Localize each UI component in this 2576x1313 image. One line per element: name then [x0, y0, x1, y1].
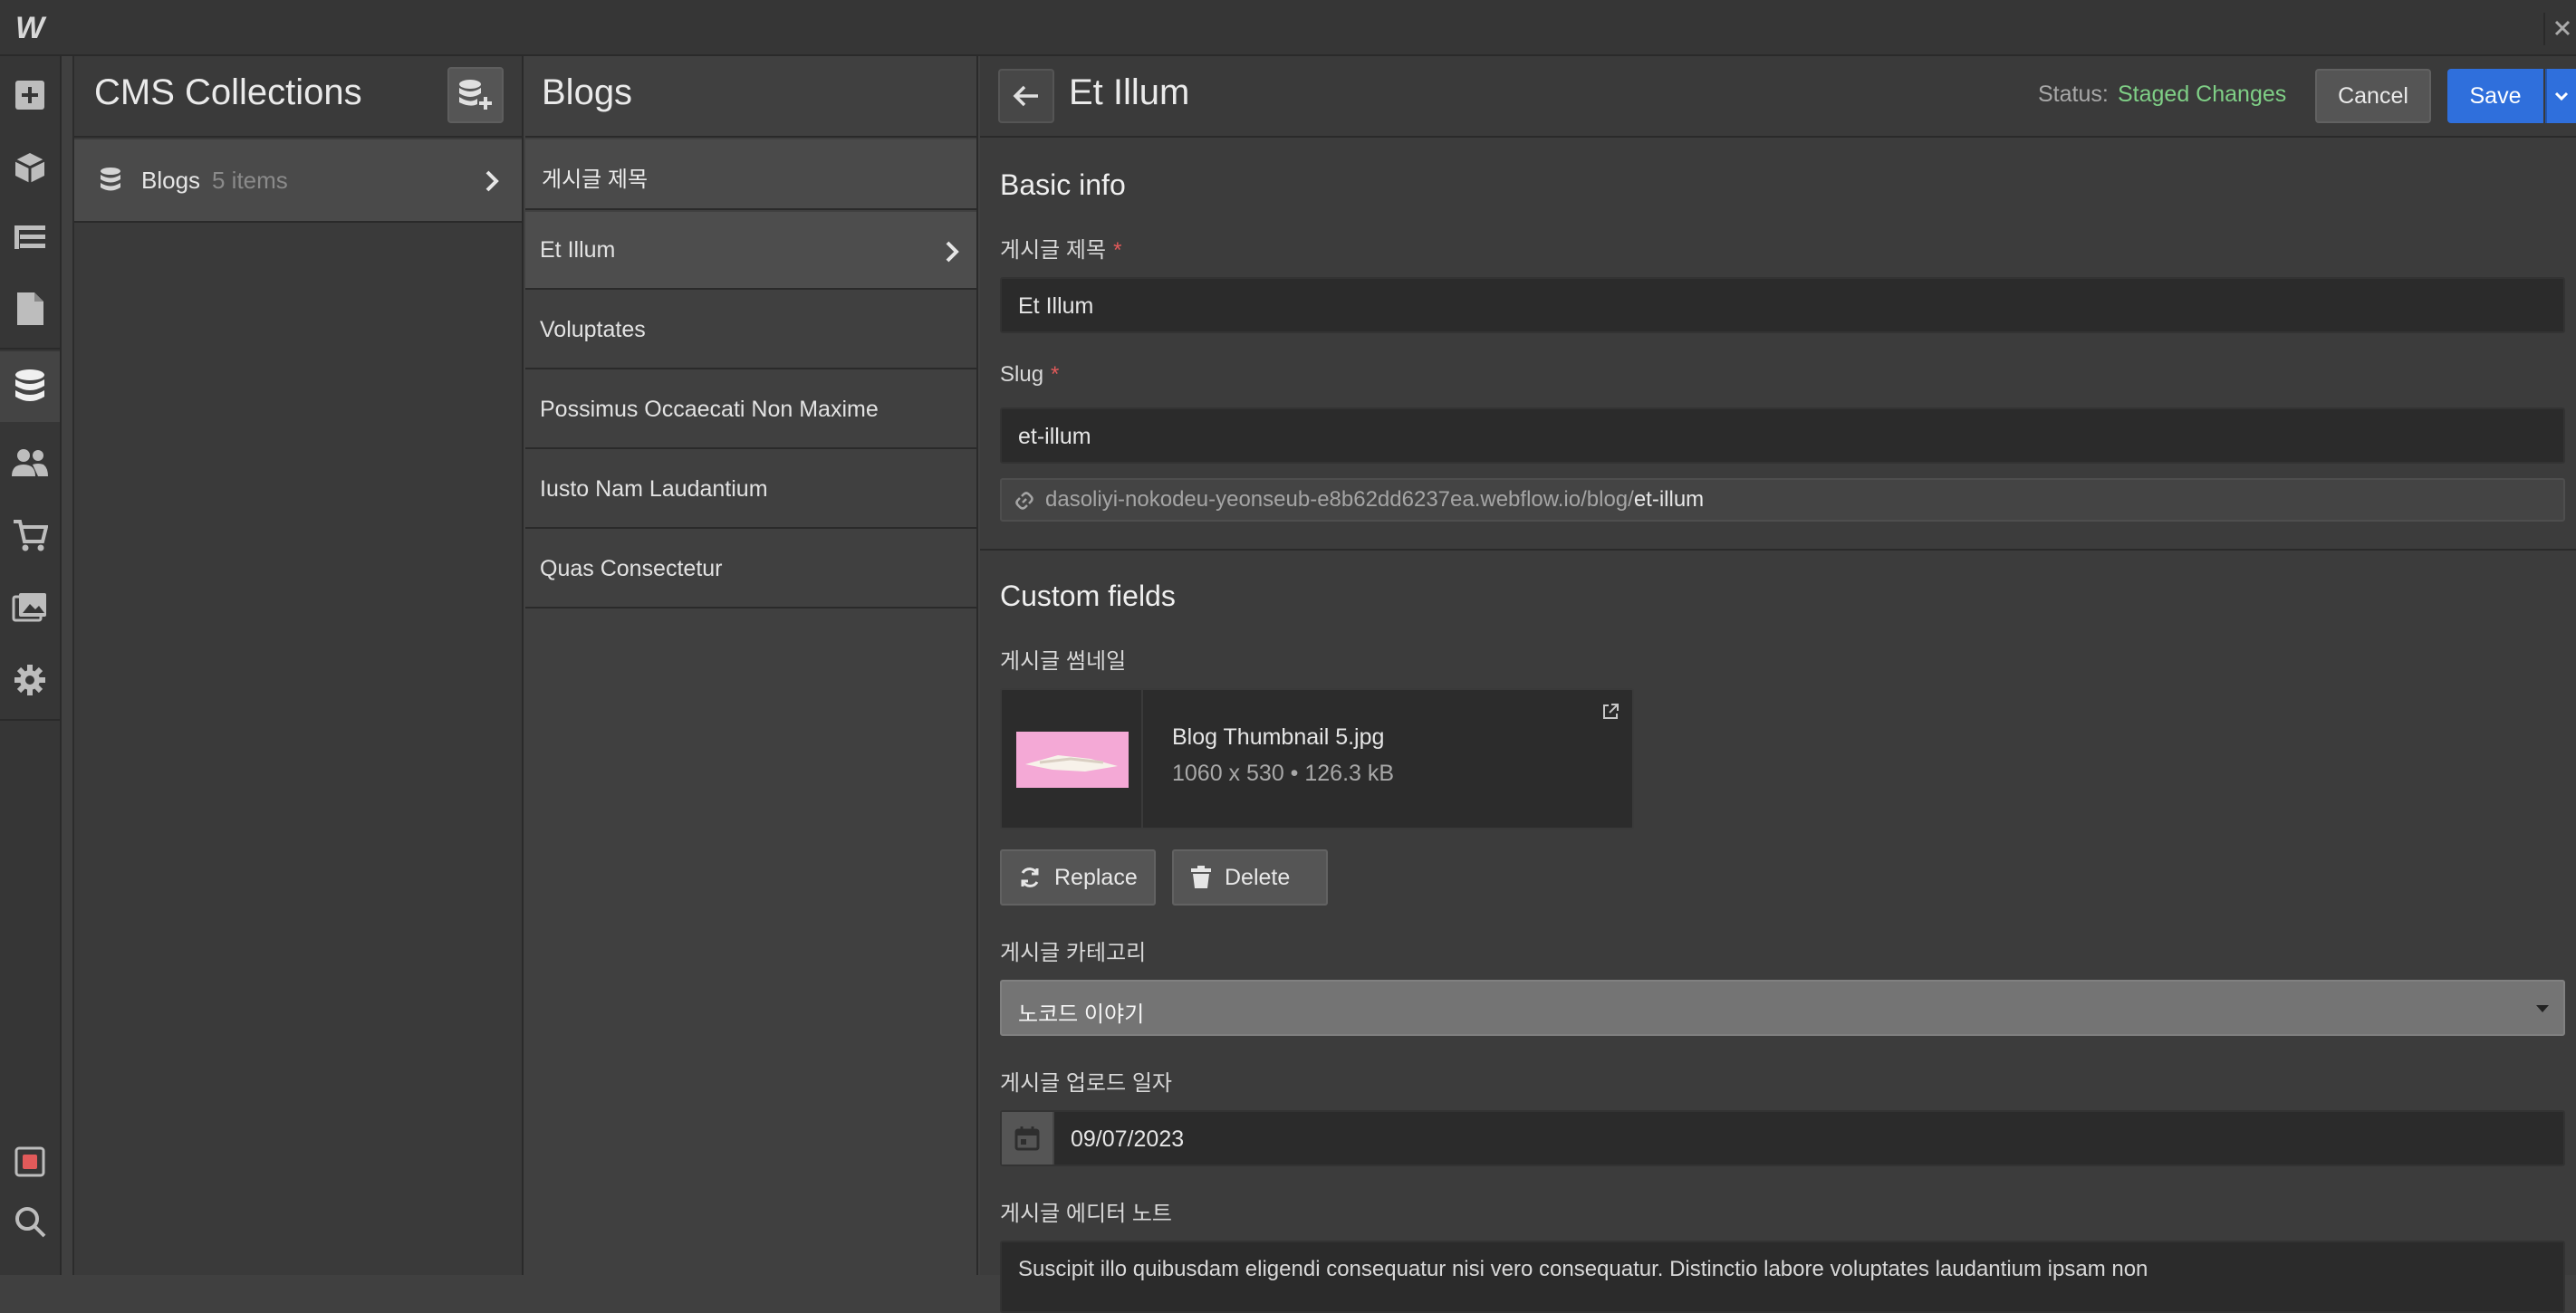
- thumbnail-preview[interactable]: [1002, 690, 1143, 828]
- date-value: 09/07/2023: [1071, 1126, 1185, 1152]
- list-item-label: Voluptates: [540, 317, 646, 342]
- save-options-button[interactable]: [2545, 69, 2576, 123]
- navigator-icon[interactable]: [0, 203, 60, 273]
- chevron-down-icon: [2554, 91, 2569, 101]
- list-item-label: Possimus Occaecati Non Maxime: [540, 397, 879, 422]
- search-icon[interactable]: [0, 1186, 60, 1257]
- category-select[interactable]: 노코드 이야기: [1000, 980, 2565, 1036]
- collection-name: Blogs: [141, 167, 201, 194]
- basic-info-title: Basic info: [1000, 168, 1126, 201]
- list-item-label: Et Illum: [540, 237, 616, 263]
- trash-icon: [1191, 866, 1211, 888]
- custom-fields-title: Custom fields: [1000, 580, 1176, 612]
- url-text: dasoliyi-nokodeu-yeonseub-e8b62dd6237ea.…: [1045, 487, 1704, 513]
- top-bar: W: [0, 0, 2576, 56]
- url-base: dasoliyi-nokodeu-yeonseub-e8b62dd6237ea.…: [1045, 487, 1634, 512]
- list-item[interactable]: Quas Consectetur: [525, 531, 976, 609]
- slug-field[interactable]: et-illum: [1000, 407, 2565, 464]
- collection-item-blogs[interactable]: Blogs 5 items: [74, 139, 522, 223]
- required-marker: *: [1113, 238, 1122, 263]
- add-icon[interactable]: [0, 60, 60, 130]
- cube-icon[interactable]: [0, 132, 60, 203]
- items-header: Blogs: [525, 56, 976, 138]
- name-field[interactable]: Et Illum: [1000, 277, 2565, 333]
- notes-value: Suscipit illo quibusdam eligendi consequ…: [1018, 1257, 2148, 1281]
- collections-title: CMS Collections: [94, 72, 362, 112]
- assets-icon[interactable]: [0, 572, 60, 643]
- name-field-value: Et Illum: [1018, 293, 1094, 319]
- category-value: 노코드 이야기: [1018, 1002, 1145, 1027]
- item-title: Et Illum: [1069, 72, 1190, 112]
- live-url[interactable]: dasoliyi-nokodeu-yeonseub-e8b62dd6237ea.…: [1000, 478, 2565, 522]
- calendar-icon[interactable]: [1002, 1112, 1054, 1164]
- column-header-label: 게시글 제목: [542, 168, 649, 192]
- status-badge: Staged Changes: [2118, 81, 2287, 107]
- slug-label-text: Slug: [1000, 362, 1044, 387]
- items-panel: Blogs 게시글 제목 Et Illum Voluptates Possimu…: [525, 56, 978, 1275]
- cancel-button[interactable]: Cancel: [2315, 69, 2431, 123]
- thumbnail-card: Blog Thumbnail 5.jpg 1060 x 530 • 126.3 …: [1000, 688, 1634, 829]
- collections-panel: CMS Collections Blogs 5 items: [72, 56, 524, 1275]
- thumbnail-image: [1016, 732, 1129, 788]
- section-divider: [980, 549, 2576, 551]
- list-item[interactable]: Iusto Nam Laudantium: [525, 451, 976, 529]
- add-database-icon: [459, 80, 492, 110]
- status-label: Status:: [2038, 81, 2109, 107]
- list-item-label: Quas Consectetur: [540, 556, 723, 581]
- chevron-right-icon: [485, 170, 499, 192]
- slug-field-value: et-illum: [1018, 424, 1091, 449]
- item-editor: Et Illum Status: Staged Changes Cancel S…: [980, 56, 2576, 1313]
- thumbnail-meta: 1060 x 530 • 126.3 kB: [1172, 761, 1395, 786]
- name-label: 게시글 제목 *: [1000, 232, 1121, 264]
- add-collection-button[interactable]: [447, 67, 504, 123]
- list-item[interactable]: Voluptates: [525, 292, 976, 369]
- caret-down-icon: [2536, 1005, 2549, 1012]
- required-marker: *: [1051, 362, 1060, 387]
- category-label: 게시글 카테고리: [1000, 941, 1147, 965]
- database-icon[interactable]: [0, 351, 60, 422]
- collections-header: CMS Collections: [74, 56, 522, 138]
- chevron-right-icon: [946, 241, 959, 263]
- refresh-icon: [1021, 867, 1039, 887]
- slug-label: Slug *: [1000, 362, 1059, 388]
- items-title: Blogs: [542, 72, 633, 112]
- database-icon: [101, 168, 120, 191]
- gear-icon[interactable]: [0, 645, 60, 715]
- list-item-label: Iusto Nam Laudantium: [540, 476, 768, 502]
- thumbnail-filename: Blog Thumbnail 5.jpg: [1172, 724, 1385, 750]
- left-toolbar: [0, 56, 62, 1275]
- pages-icon[interactable]: [0, 273, 60, 344]
- items-column-header[interactable]: 게시글 제목: [525, 139, 976, 210]
- date-label: 게시글 업로드 일자: [1000, 1071, 1172, 1096]
- editor-header: Et Illum Status: Staged Changes Cancel S…: [980, 56, 2576, 138]
- close-icon[interactable]: [2543, 13, 2576, 45]
- webflow-logo[interactable]: W: [9, 7, 51, 49]
- users-icon[interactable]: [0, 427, 60, 498]
- name-label-text: 게시글 제목: [1000, 238, 1107, 263]
- notes-label: 게시글 에디터 노트: [1000, 1202, 1172, 1226]
- logo-letter: W: [14, 10, 45, 45]
- date-field[interactable]: 09/07/2023: [1000, 1110, 2565, 1166]
- cart-icon[interactable]: [0, 500, 60, 570]
- list-item[interactable]: Possimus Occaecati Non Maxime: [525, 371, 976, 449]
- link-icon: [1015, 492, 1033, 510]
- external-link-icon[interactable]: [1601, 703, 1620, 721]
- delete-button[interactable]: Delete: [1172, 849, 1328, 906]
- url-slug: et-illum: [1633, 487, 1705, 512]
- back-button[interactable]: [998, 69, 1054, 123]
- save-button[interactable]: Save: [2447, 69, 2543, 123]
- collection-count: 5 items: [212, 167, 288, 194]
- notes-field[interactable]: Suscipit illo quibusdam eligendi consequ…: [1000, 1241, 2565, 1313]
- thumbnail-label: 게시글 썸네일: [1000, 649, 1127, 674]
- replace-button[interactable]: Replace: [1000, 849, 1156, 906]
- list-item[interactable]: Et Illum: [525, 212, 976, 290]
- arrow-left-icon: [1013, 85, 1038, 107]
- replace-label: Replace: [1054, 864, 1138, 890]
- delete-label: Delete: [1225, 864, 1291, 890]
